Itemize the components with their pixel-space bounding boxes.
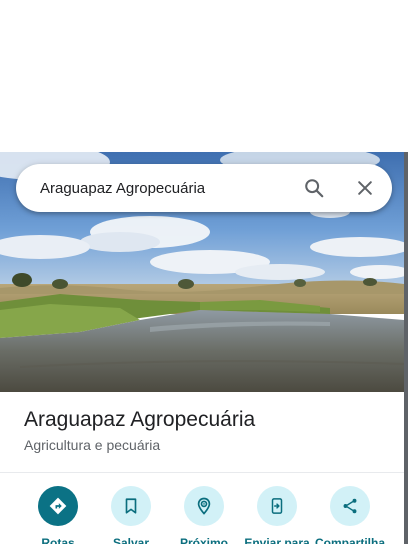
search-input[interactable] xyxy=(40,173,290,203)
save-button[interactable]: Salvar xyxy=(91,486,171,544)
nearby-label: Próximo xyxy=(179,536,228,544)
share-label: Compartilha xyxy=(314,536,385,544)
share-icon xyxy=(330,486,370,526)
place-title: Araguapaz Agropecuária xyxy=(24,408,256,431)
nearby-button[interactable]: Próximo xyxy=(164,486,244,544)
place-category[interactable]: Agricultura e pecuária xyxy=(24,437,160,453)
send-to-phone-button[interactable]: Enviar para xyxy=(237,486,317,544)
action-bar: Rotas Salvar Próximo Enviar para Compart… xyxy=(0,486,404,544)
panel-scrollbar[interactable] xyxy=(404,152,408,544)
place-panel: Araguapaz Agropecuária Agricultura e pec… xyxy=(0,152,404,544)
search-icon[interactable] xyxy=(298,172,330,204)
send-to-phone-icon xyxy=(257,486,297,526)
search-box xyxy=(16,164,392,212)
directions-button[interactable]: Rotas xyxy=(18,486,98,544)
save-label: Salvar xyxy=(112,536,150,544)
share-button[interactable]: Compartilha xyxy=(310,486,390,544)
directions-label: Rotas xyxy=(41,536,75,544)
send-to-phone-label: Enviar para xyxy=(244,536,310,544)
directions-icon xyxy=(38,486,78,526)
bookmark-icon xyxy=(111,486,151,526)
nearby-icon xyxy=(184,486,224,526)
place-photo[interactable] xyxy=(0,152,404,392)
close-icon[interactable] xyxy=(349,172,381,204)
divider xyxy=(0,472,404,473)
map-area-blank xyxy=(0,0,408,152)
